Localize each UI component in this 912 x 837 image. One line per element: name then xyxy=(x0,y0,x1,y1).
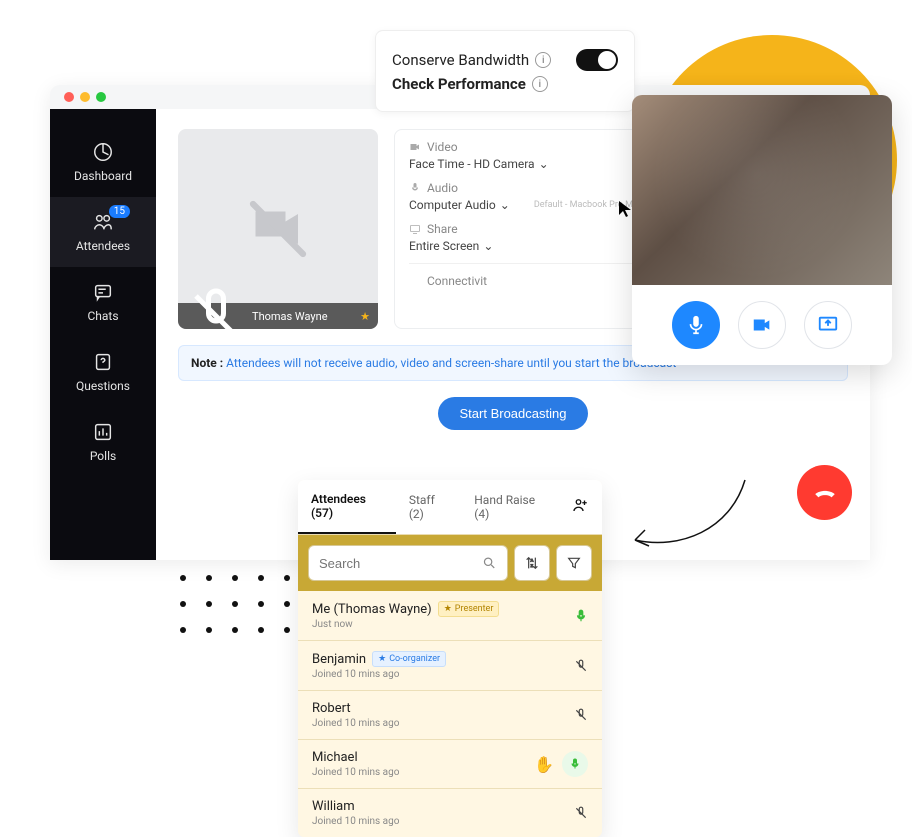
camera-button[interactable] xyxy=(738,301,786,349)
svg-text:Z: Z xyxy=(531,563,534,568)
info-icon[interactable]: i xyxy=(535,52,551,68)
window-close-dot[interactable] xyxy=(64,92,74,102)
chat-icon xyxy=(92,281,114,303)
dashboard-icon xyxy=(92,141,114,163)
mic-off-icon xyxy=(574,806,588,820)
attendees-panel: Attendees (57) Staff (2) Hand Raise (4) … xyxy=(298,480,602,837)
camera-icon xyxy=(751,314,773,336)
attendees-list: Me (Thomas Wayne)★ Presenter Just now Be… xyxy=(298,591,602,837)
sidebar-item-polls[interactable]: Polls xyxy=(50,407,156,477)
mic-button[interactable] xyxy=(672,301,720,349)
attendee-row[interactable]: Me (Thomas Wayne)★ Presenter Just now xyxy=(298,591,602,641)
share-screen-button[interactable] xyxy=(804,301,852,349)
sort-button[interactable]: AZ xyxy=(514,545,550,581)
tab-staff[interactable]: Staff (2) xyxy=(396,481,461,533)
attendee-row[interactable]: Robert Joined 10 mins ago xyxy=(298,691,602,740)
mic-on-icon xyxy=(569,758,581,770)
svg-text:A: A xyxy=(531,558,534,563)
person-add-icon xyxy=(571,496,589,514)
camera-preview: Thomas Wayne ★ xyxy=(178,129,378,329)
mic-off-icon xyxy=(574,708,588,722)
tab-attendees[interactable]: Attendees (57) xyxy=(298,480,396,534)
self-video-card xyxy=(632,95,892,365)
video-icon xyxy=(409,141,421,153)
chevron-down-icon: ⌄ xyxy=(539,157,549,171)
mic-off-icon xyxy=(574,659,588,673)
coorganizer-badge: ★ Co-organizer xyxy=(372,651,446,667)
share-setting-label: Share xyxy=(427,222,458,236)
sidebar-item-label: Attendees xyxy=(76,239,130,253)
sidebar-item-attendees[interactable]: 15 Attendees xyxy=(50,197,156,267)
window-maximize-dot[interactable] xyxy=(96,92,106,102)
attendee-row[interactable]: Michael Joined 10 mins ago ✋ xyxy=(298,740,602,789)
audio-setting-label: Audio xyxy=(427,181,458,195)
window-minimize-dot[interactable] xyxy=(80,92,90,102)
chevron-down-icon: ⌄ xyxy=(483,239,493,253)
cursor-icon xyxy=(618,200,632,218)
mic-on-icon xyxy=(574,609,588,623)
filter-icon xyxy=(566,555,582,571)
presenter-badge: ★ Presenter xyxy=(438,601,500,617)
conserve-bandwidth-label: Conserve Bandwidth xyxy=(392,51,529,69)
self-video-thumb xyxy=(632,95,892,285)
search-input-wrapper[interactable] xyxy=(308,545,508,581)
attendees-badge: 15 xyxy=(109,205,130,218)
hangup-button[interactable] xyxy=(797,465,852,520)
check-performance-label: Check Performance xyxy=(392,75,526,93)
share-target-select[interactable]: Entire Screen⌄ xyxy=(409,239,493,253)
sidebar-item-label: Questions xyxy=(76,379,130,393)
mic-active-pill xyxy=(562,751,588,777)
sidebar-item-chats[interactable]: Chats xyxy=(50,267,156,337)
sidebar-item-dashboard[interactable]: Dashboard xyxy=(50,127,156,197)
video-setting-label: Video xyxy=(427,140,458,154)
audio-source-select[interactable]: Computer Audio⌄ Default - Macbook Pro Mi… xyxy=(409,198,640,212)
signal-icon xyxy=(409,275,421,287)
conserve-bandwidth-toggle[interactable] xyxy=(576,49,618,71)
add-attendee-button[interactable] xyxy=(558,484,602,530)
crown-icon: ★ xyxy=(360,310,370,323)
filter-button[interactable] xyxy=(556,545,592,581)
bandwidth-popup: Conserve Bandwidth i Check Performance i xyxy=(375,30,635,112)
sidebar-item-label: Chats xyxy=(87,309,118,323)
search-input[interactable] xyxy=(319,556,482,571)
attendee-row[interactable]: Benjamin★ Co-organizer Joined 10 mins ag… xyxy=(298,641,602,691)
chevron-down-icon: ⌄ xyxy=(500,198,510,212)
mic-icon xyxy=(685,314,707,336)
question-icon xyxy=(92,351,114,373)
sidebar: Dashboard 15 Attendees Chats Questions P… xyxy=(50,109,156,560)
decorative-dot-grid xyxy=(180,575,290,633)
sidebar-item-questions[interactable]: Questions xyxy=(50,337,156,407)
share-icon xyxy=(409,223,421,235)
attendee-row[interactable]: William Joined 10 mins ago xyxy=(298,789,602,837)
phone-hangup-icon xyxy=(812,480,838,506)
hand-raise-icon: ✋ xyxy=(534,755,554,774)
arrow-decor xyxy=(620,475,750,565)
connectivity-label: Connectivit xyxy=(427,274,487,288)
search-icon xyxy=(482,555,497,571)
start-broadcasting-button[interactable]: Start Broadcasting xyxy=(438,397,589,430)
sidebar-item-label: Dashboard xyxy=(74,169,132,183)
mic-muted-icon xyxy=(186,286,246,346)
sort-icon: AZ xyxy=(524,555,540,571)
tab-handraise[interactable]: Hand Raise (4) xyxy=(461,481,558,533)
video-source-select[interactable]: Face Time - HD Camera⌄ xyxy=(409,157,549,171)
mic-icon xyxy=(409,182,421,194)
info-icon[interactable]: i xyxy=(532,76,548,92)
camera-off-icon xyxy=(248,199,308,259)
sidebar-item-label: Polls xyxy=(90,449,116,463)
screen-share-icon xyxy=(817,314,839,336)
presenter-name: Thomas Wayne xyxy=(252,310,328,323)
poll-icon xyxy=(92,421,114,443)
